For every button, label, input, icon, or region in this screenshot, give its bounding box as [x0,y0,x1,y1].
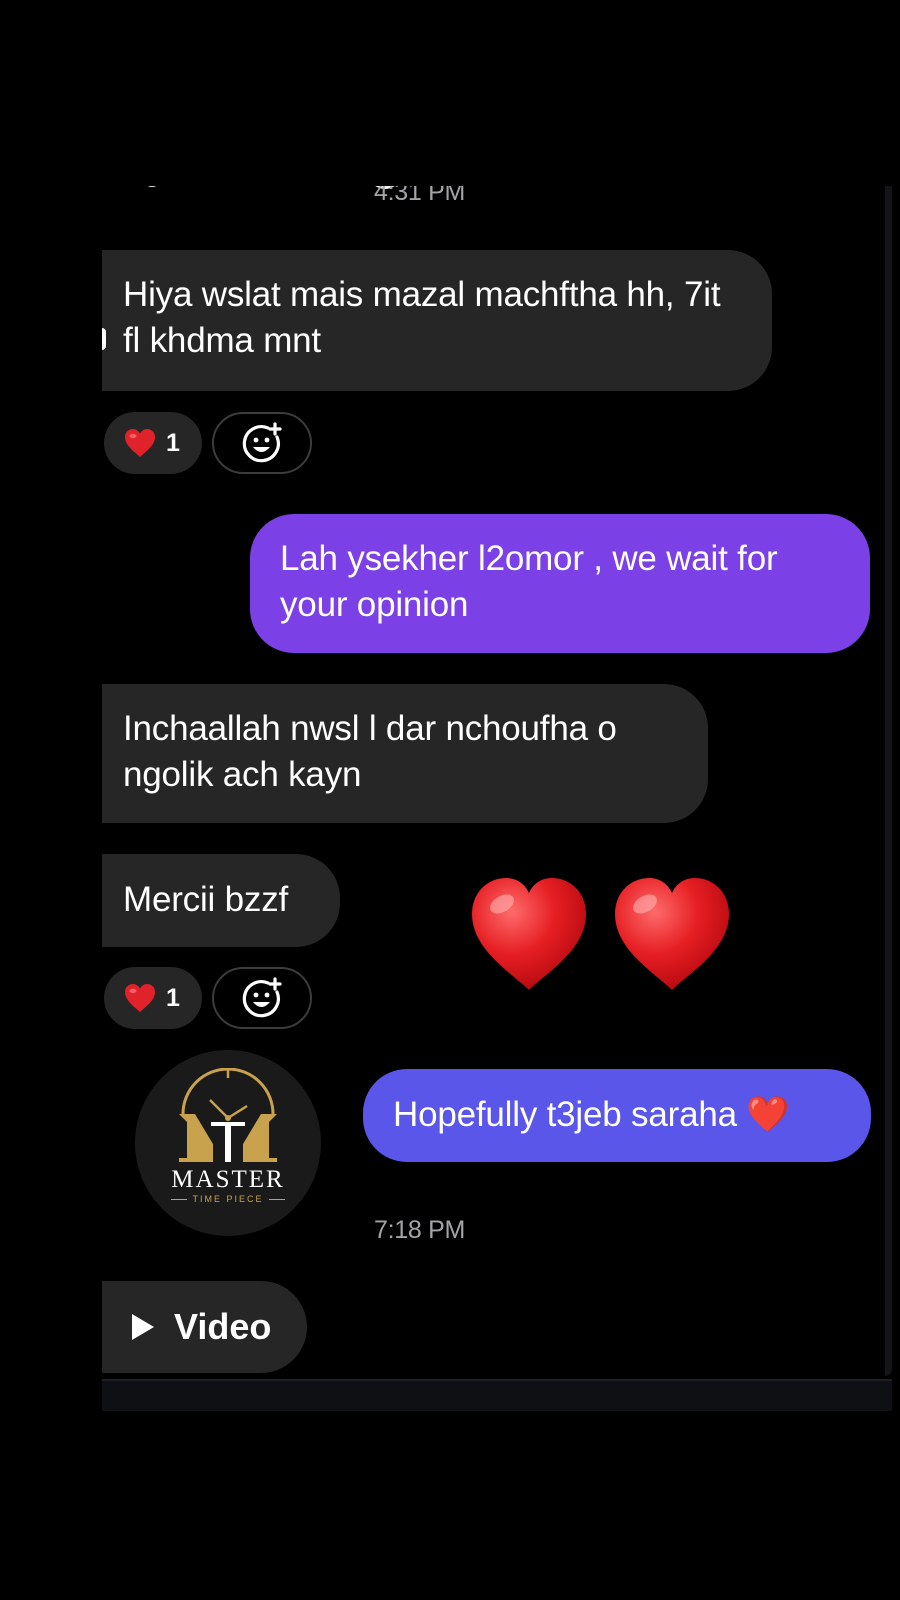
add-reaction-button[interactable] [212,412,312,474]
play-icon [132,1314,154,1340]
message-text: Hopefully t3jeb saraha ❤️ [393,1095,790,1134]
heart-emoji-icon [472,878,586,990]
message-text: Mercii bzzf [123,880,289,919]
timestamp-bottom: 7:18 PM [374,1216,466,1244]
add-emoji-icon [242,422,282,463]
heart-emoji-icon [615,878,729,990]
logo-brand-name: MASTER [171,1166,285,1193]
screen-edge [885,186,892,1376]
incoming-message-bubble[interactable]: Inchaallah nwsl l dar nchoufha o ngolik … [102,684,708,823]
incoming-message-bubble[interactable]: Mercii bzzf [102,854,340,947]
message-text: Lah ysekher l2omor , we wait for your op… [280,539,778,624]
chat-screen: 4:31 PM Hiya wslat mais mazal machftha h… [102,186,892,1411]
outgoing-message-bubble[interactable]: Hopefully t3jeb saraha ❤️ [363,1069,871,1162]
message-text: Inchaallah nwsl l dar nchoufha o ngolik … [123,709,617,794]
timestamp-top: 4:31 PM [374,186,466,206]
message-text: Hiya wslat mais mazal machftha hh, 7it f… [123,275,721,360]
partial-avatar-shape [147,186,157,187]
heart-reaction-chip[interactable]: 1 [104,412,202,474]
add-emoji-icon [242,977,282,1018]
logo-subtitle: TIME PIECE [135,1194,321,1204]
heart-reaction-chip[interactable]: 1 [104,967,202,1029]
video-label: Video [174,1306,272,1347]
brand-logo-avatar: MASTER TIME PIECE [135,1050,321,1236]
heart-emoji-icon [125,429,155,457]
big-heart-emojis [468,874,738,994]
heart-emoji-icon [125,984,155,1012]
incoming-message-bubble[interactable]: Hiya wslat mais mazal machftha hh, 7it f… [102,250,772,391]
bubble-edge-highlight [102,328,106,350]
clock-monogram-logo [179,1068,277,1162]
add-reaction-button[interactable] [212,967,312,1029]
video-message-button[interactable]: Video [102,1281,307,1373]
reaction-count: 1 [166,428,180,457]
composer-bar [102,1381,892,1411]
reaction-count: 1 [166,983,180,1012]
outgoing-message-bubble[interactable]: Lah ysekher l2omor , we wait for your op… [250,514,870,653]
